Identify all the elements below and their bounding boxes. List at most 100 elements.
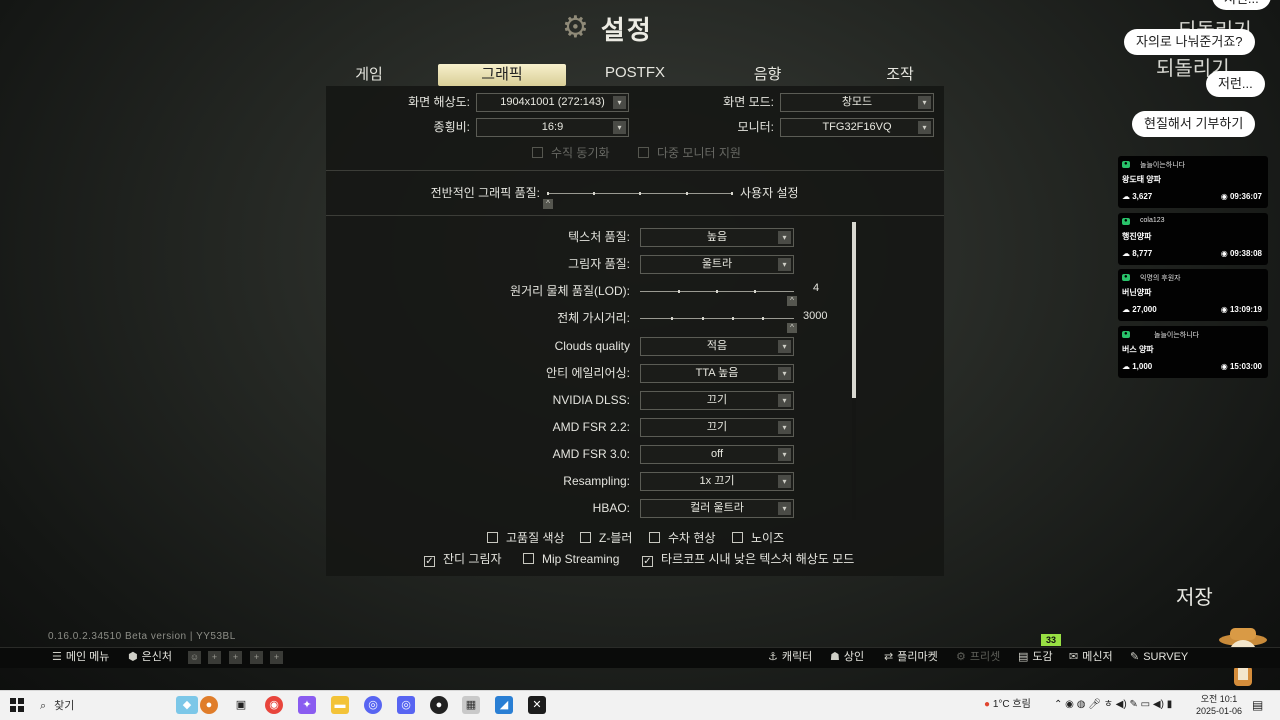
handbook-icon: ▤ <box>1018 651 1029 663</box>
slider-tick <box>686 192 688 195</box>
resampling-dropdown[interactable]: 1x 끄기 ▾ <box>640 472 794 491</box>
messenger-button[interactable]: ✉ 메신저 <box>1069 650 1113 665</box>
chevron-down-icon: ▾ <box>778 340 791 353</box>
main-menu-label: 메인 메뉴 <box>65 651 110 663</box>
hideout-icon: ⬢ <box>128 651 138 663</box>
hideout-button[interactable]: ⬢ 은신처 <box>128 650 172 665</box>
vsync-checkbox[interactable]: 수직 동기화 <box>532 145 610 161</box>
shadow-quality-dropdown[interactable]: 울트라 ▾ <box>640 255 794 274</box>
chromatic-checkbox[interactable]: 수차 현상 <box>649 530 716 546</box>
chevron-down-icon: ▾ <box>918 121 931 134</box>
tarkov-lowtex-label: 타르코프 시내 낮은 텍스처 해상도 모드 <box>661 552 855 566</box>
hbao-dropdown[interactable]: 컬러 울트라 ▾ <box>640 499 794 518</box>
weather-widget[interactable]: ● 1°C 흐림 <box>984 697 1031 713</box>
level-badge: 33 <box>1041 634 1061 646</box>
chat-bubble: 저런... <box>1212 0 1271 10</box>
slider-thumb[interactable]: ^ <box>787 296 797 306</box>
checkbox-box <box>580 532 591 543</box>
main-menu-button[interactable]: ☰ 메인 메뉴 <box>52 650 109 665</box>
tarkov-lowtex-checkbox[interactable]: ✓ 타르코프 시내 낮은 텍스처 해상도 모드 <box>642 551 854 567</box>
presets-label: 프리셋 <box>969 651 1001 663</box>
fsr22-dropdown[interactable]: 끄기 ▾ <box>640 418 794 437</box>
donation-user: 놀늘이는하니다 <box>1140 162 1186 169</box>
chat-bubble: 저런... <box>1206 71 1265 97</box>
resolution-dropdown[interactable]: 1904x1001 (272:143) ▾ <box>476 93 629 112</box>
fsr22-label: AMD FSR 2.2: <box>552 420 630 434</box>
clouds-quality-dropdown[interactable]: 적음 ▾ <box>640 337 794 356</box>
multimonitor-checkbox[interactable]: 다중 모니터 지원 <box>638 145 741 161</box>
visibility-value: 3000 <box>803 310 828 322</box>
copilot-icon[interactable]: ✦ <box>298 696 316 714</box>
zblur-label: Z-블러 <box>599 531 633 545</box>
amount-value: 3,627 <box>1132 192 1153 201</box>
quick-slot-icon[interactable]: + <box>229 651 242 664</box>
slider-tick <box>754 290 756 293</box>
slider-thumb[interactable]: ^ <box>787 323 797 333</box>
clock-time: 오전 10:1 <box>1200 694 1238 704</box>
microphone-icon: 🎤︎ <box>1088 699 1101 710</box>
flea-market-button[interactable]: ⇄ 플리마켓 <box>884 650 938 665</box>
slider-thumb[interactable]: ^ <box>543 199 553 209</box>
traders-button[interactable]: ☗ 상인 <box>830 650 864 665</box>
donation-card: ● 익명의 후원자 버닌양파 ☁ 27,000 ◉ 13:09:19 <box>1118 269 1268 321</box>
tab-game[interactable]: 게임 <box>340 64 398 86</box>
tab-postfx[interactable]: POSTFX <box>600 62 670 84</box>
discord-icon[interactable]: ◎ <box>364 696 382 714</box>
clock[interactable]: 오전 10:1 2025-01-06 <box>1196 693 1242 717</box>
speaker-icon: ◀) <box>1115 699 1127 710</box>
chrome-icon[interactable]: ◉ <box>265 696 283 714</box>
noise-checkbox[interactable]: 노이즈 <box>732 530 784 546</box>
hideout-label: 은신처 <box>141 651 172 663</box>
survey-button[interactable]: ✎ SURVEY <box>1130 650 1188 665</box>
flea-market-icon: ⇄ <box>884 651 894 663</box>
task-view-icon[interactable]: ▣ <box>232 696 250 714</box>
tab-graphics[interactable]: 그래픽 <box>438 64 566 86</box>
battery-icon: ▮ <box>1166 699 1173 710</box>
divider <box>326 215 944 216</box>
presets-button[interactable]: ⚙ 프리셋 <box>956 650 1000 665</box>
save-button[interactable]: 저장 <box>1176 581 1213 610</box>
tab-sound[interactable]: 음향 <box>740 64 795 86</box>
mip-streaming-checkbox[interactable]: Mip Streaming <box>523 551 619 567</box>
anti-aliasing-value: TTA 높음 <box>695 367 739 379</box>
app-icon[interactable]: ▦ <box>462 696 480 714</box>
character-button[interactable]: ⚓ 캐릭터 <box>768 650 812 665</box>
app-icon[interactable]: ● <box>430 696 448 714</box>
grass-shadows-checkbox[interactable]: ✓ 잔디 그림자 <box>424 551 502 567</box>
hq-color-checkbox[interactable]: 고품질 색상 <box>487 530 565 546</box>
visibility-slider[interactable]: ^ <box>640 317 797 333</box>
quick-slot-icon[interactable]: ☺ <box>188 651 201 664</box>
anti-aliasing-dropdown[interactable]: TTA 높음 ▾ <box>640 364 794 383</box>
chevron-down-icon: ▾ <box>778 231 791 244</box>
system-tray-icons[interactable]: ⌃ ◉ ◍ 🎤︎ ㅎ ◀) ✎ ▭ ◀) ▮ <box>1054 697 1172 713</box>
scrollbar-thumb[interactable] <box>852 222 856 398</box>
aspect-dropdown[interactable]: 16:9 ▾ <box>476 118 629 137</box>
monitor-dropdown[interactable]: TFG32F16VQ ▾ <box>780 118 934 137</box>
page-title: 설정 <box>600 14 653 45</box>
game-launcher-icon[interactable]: ✕ <box>528 696 546 714</box>
anti-aliasing-label: 안티 에일리어싱: <box>546 366 630 380</box>
quick-slot-icon[interactable]: + <box>250 651 263 664</box>
quick-slot-icon[interactable]: + <box>270 651 283 664</box>
screen-mode-dropdown[interactable]: 창모드 ▾ <box>780 93 934 112</box>
fsr30-dropdown[interactable]: off ▾ <box>640 445 794 464</box>
overall-quality-slider[interactable]: ^ <box>543 192 733 209</box>
quick-slot-icon[interactable]: + <box>208 651 221 664</box>
amount-value: 27,000 <box>1132 305 1157 314</box>
photos-icon[interactable]: ◢ <box>495 696 513 714</box>
dlss-dropdown[interactable]: 끄기 ▾ <box>640 391 794 410</box>
chevron-down-icon: ▾ <box>778 502 791 515</box>
tab-controls[interactable]: 조작 <box>874 64 926 86</box>
donation-card: ● cola123 행진양파 ☁ 8,777 ◉ 09:38:08 <box>1118 213 1268 265</box>
zblur-checkbox[interactable]: Z-블러 <box>580 530 632 546</box>
texture-quality-dropdown[interactable]: 높음 ▾ <box>640 228 794 247</box>
chevron-down-icon: ▾ <box>778 448 791 461</box>
tray-app-icon: ◍ <box>1076 699 1086 710</box>
file-explorer-icon[interactable]: ▬ <box>331 696 349 714</box>
windows-start-icon[interactable] <box>10 698 24 712</box>
discord-icon[interactable]: ◎ <box>397 696 415 714</box>
lod-slider[interactable]: ^ <box>640 290 797 306</box>
handbook-button[interactable]: ▤ 도감 <box>1018 650 1053 665</box>
network-icon: ▭ <box>1140 699 1151 710</box>
notification-icon[interactable]: ▤ <box>1252 697 1263 713</box>
